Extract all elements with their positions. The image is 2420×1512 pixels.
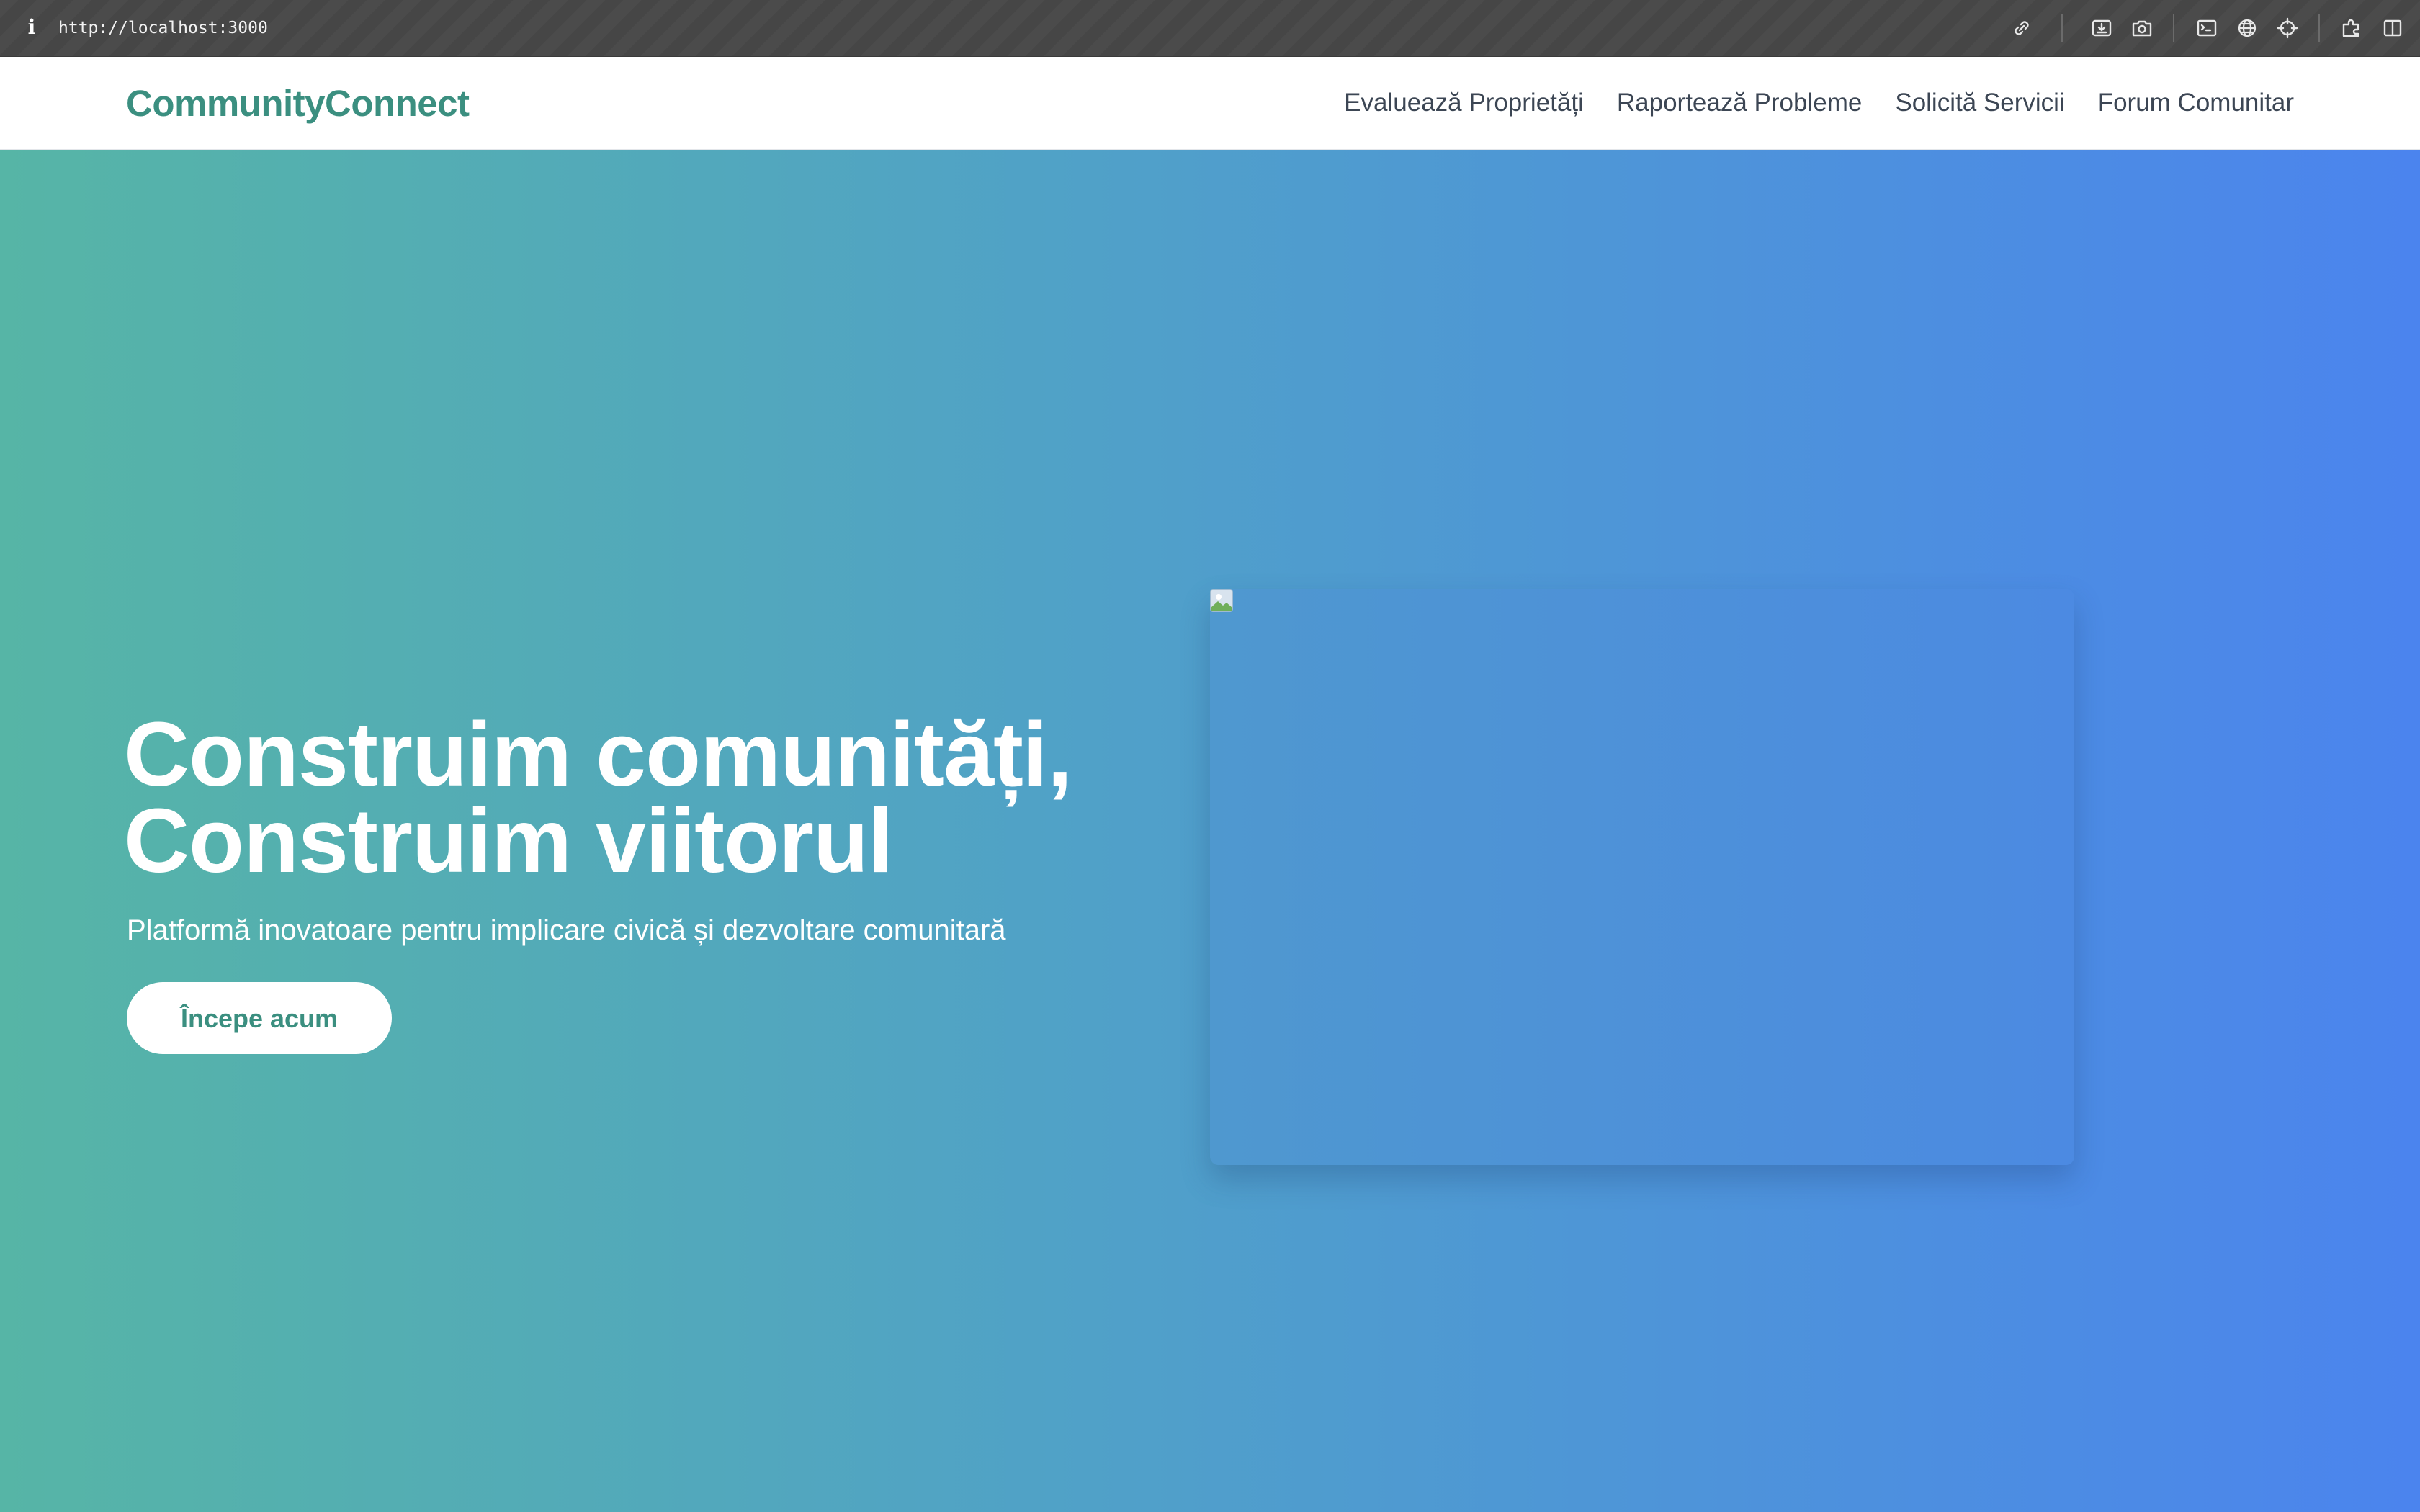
nav-link-raporteaza-probleme[interactable]: Raportează Probleme — [1617, 81, 1862, 125]
address-bar[interactable]: http://localhost:3000 — [58, 16, 268, 40]
browser-toolbar: i http://localhost:3000 — [0, 0, 2420, 57]
hero-section: Construim comunități, Construim viitorul… — [0, 150, 2420, 1512]
toolbar-separator — [2318, 14, 2320, 42]
hero-title-line-1: Construim comunități, — [124, 703, 1072, 805]
hero-subtitle: Platformă inovatoare pentru implicare ci… — [127, 914, 1006, 946]
download-icon[interactable] — [2089, 16, 2114, 40]
crosshair-icon[interactable] — [2275, 16, 2300, 40]
nav-link-evalueaza-proprietati[interactable]: Evaluează Proprietăți — [1344, 81, 1584, 125]
toolbar-separator — [2061, 14, 2063, 42]
hero-title: Construim comunități, Construim viitorul — [124, 703, 1072, 891]
link-icon[interactable] — [2009, 16, 2034, 40]
nav-link-solicita-servicii[interactable]: Solicită Servicii — [1895, 81, 2064, 125]
sidebar-icon[interactable] — [2380, 16, 2405, 40]
hero-title-line-2: Construim viitorul — [124, 790, 893, 891]
logo[interactable]: CommunityConnect — [126, 78, 470, 129]
hero-image — [1210, 589, 2074, 1165]
start-now-button[interactable]: Începe acum — [127, 982, 392, 1054]
terminal-icon[interactable] — [2195, 16, 2219, 40]
toolbar-separator — [2173, 14, 2174, 42]
main-nav: Evaluează Proprietăți Raportează Problem… — [1344, 81, 2294, 125]
site-header: CommunityConnect Evaluează Proprietăți R… — [0, 57, 2420, 150]
camera-icon[interactable] — [2130, 16, 2154, 40]
broken-image-icon — [1210, 589, 1233, 612]
extensions-icon[interactable] — [2339, 16, 2364, 40]
nav-link-forum-comunitar[interactable]: Forum Comunitar — [2098, 81, 2294, 125]
site-info-icon[interactable]: i — [24, 14, 39, 40]
globe-icon[interactable] — [2235, 16, 2259, 40]
